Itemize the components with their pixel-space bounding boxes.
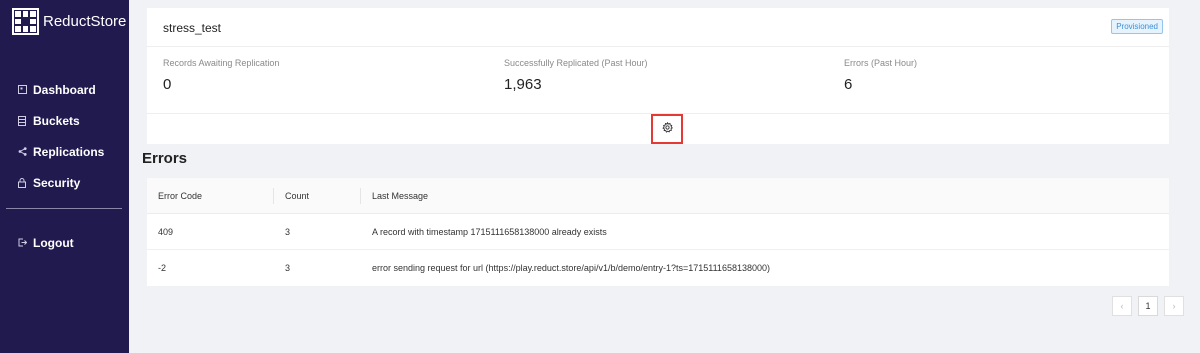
stat-replicated: Successfully Replicated (Past Hour) 1,96…: [504, 58, 648, 93]
sidebar-item-security[interactable]: Security: [0, 167, 129, 198]
table-row: -2 3 error sending request for url (http…: [147, 250, 1169, 286]
reductstore-logo-icon: [12, 8, 39, 35]
sidebar-item-label: Dashboard: [33, 82, 96, 97]
message-cell: A record with timestamp 1715111658138000…: [372, 226, 607, 237]
dashboard-icon: [17, 85, 27, 94]
table-row: 409 3 A record with timestamp 1715111658…: [147, 214, 1169, 250]
sidebar-item-replications[interactable]: Replications: [0, 136, 129, 167]
sidebar: ReductStore Dashboard Buckets Replicatio…: [0, 0, 129, 353]
column-header-last-message: Last Message: [372, 190, 429, 201]
sidebar-nav: Dashboard Buckets Replications Security: [0, 74, 129, 198]
column-header-error-code: Error Code: [147, 178, 274, 213]
sidebar-item-label: Buckets: [33, 113, 80, 128]
lock-icon: [17, 177, 27, 188]
app-logo[interactable]: ReductStore: [12, 8, 126, 35]
logout-button[interactable]: Logout: [0, 227, 74, 258]
logout-icon: [17, 238, 27, 247]
app-name: ReductStore: [43, 13, 127, 30]
prev-page-button[interactable]: ‹: [1112, 296, 1132, 316]
sidebar-item-buckets[interactable]: Buckets: [0, 105, 129, 136]
table-header: Error Code Count Last Message: [147, 178, 1169, 214]
gear-icon: [661, 120, 673, 138]
stat-awaiting: Records Awaiting Replication 0: [163, 58, 279, 93]
database-icon: [17, 115, 27, 126]
logout-label: Logout: [33, 235, 74, 250]
errors-table: Error Code Count Last Message 409 3 A re…: [147, 178, 1169, 286]
error-code-cell: 409: [158, 226, 174, 237]
sidebar-item-label: Security: [33, 175, 81, 190]
count-cell: 3: [285, 226, 291, 237]
stat-label: Records Awaiting Replication: [163, 58, 280, 68]
stat-value: 1,963: [504, 76, 542, 93]
settings-button[interactable]: [651, 114, 683, 144]
pagination: ‹ 1 ›: [1112, 296, 1184, 316]
sidebar-item-label: Replications: [33, 144, 105, 159]
errors-title: Errors: [142, 150, 188, 167]
page-1-button[interactable]: 1: [1138, 296, 1158, 316]
next-page-button[interactable]: ›: [1164, 296, 1184, 316]
stat-value: 0: [163, 76, 172, 93]
card-divider: [147, 46, 1169, 47]
replication-card: stress_test Provisioned Records Awaiting…: [147, 8, 1169, 144]
stat-errors: Errors (Past Hour) 6: [844, 58, 917, 93]
stat-label: Errors (Past Hour): [844, 58, 918, 68]
share-icon: [17, 147, 27, 156]
status-badge: Provisioned: [1111, 19, 1163, 34]
stat-value: 6: [844, 76, 853, 93]
sidebar-item-dashboard[interactable]: Dashboard: [0, 74, 129, 105]
column-header-count: Count: [274, 178, 361, 213]
replication-name: stress_test: [163, 21, 222, 35]
count-cell: 3: [285, 263, 291, 273]
sidebar-divider: [6, 208, 122, 209]
error-code-cell: -2: [158, 263, 167, 273]
message-cell: error sending request for url (https://p…: [372, 263, 770, 273]
stat-label: Successfully Replicated (Past Hour): [504, 58, 648, 68]
